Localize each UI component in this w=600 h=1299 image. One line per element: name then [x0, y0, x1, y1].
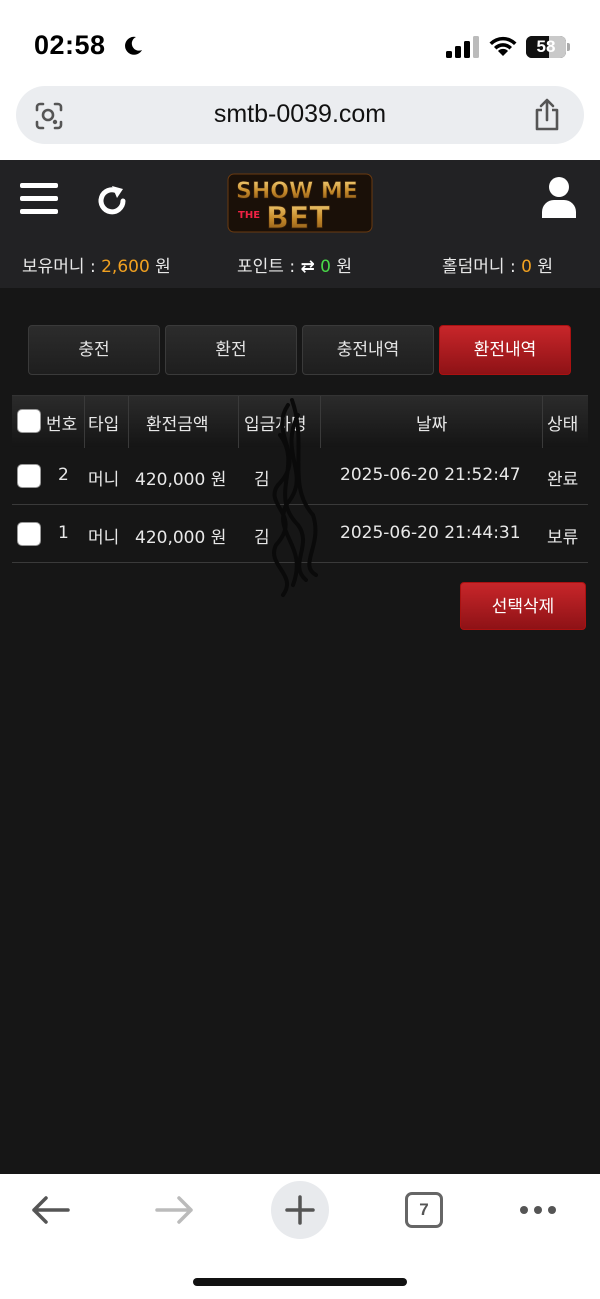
home-indicator: [193, 1278, 407, 1286]
user-account-icon[interactable]: [540, 176, 578, 218]
column-header: 타입: [88, 415, 120, 435]
table-row: 2 머니 420,000 원 김 2025-06-20 21:52:47 완료: [12, 447, 588, 505]
delete-selected-button[interactable]: 선택삭제: [460, 582, 586, 630]
tab-switcher-button[interactable]: 7: [405, 1192, 443, 1228]
address-bar[interactable]: smtb-0039.com: [16, 86, 584, 144]
row-checkbox[interactable]: [17, 522, 41, 546]
column-header: 날짜: [416, 415, 448, 435]
column-header: 환전금액: [146, 415, 209, 435]
tab-bar: 충전 환전 충전내역 환전내역: [28, 325, 572, 375]
logo-text-the: THE: [238, 210, 260, 221]
row-number: 1: [58, 523, 69, 543]
row-date: 2025-06-20 21:44:31: [340, 523, 521, 543]
table-row: 1 머니 420,000 원 김 2025-06-20 21:44:31 보류: [12, 505, 588, 563]
tab-withdraw[interactable]: 환전: [165, 325, 297, 375]
wifi-icon: [489, 36, 517, 56]
refresh-icon[interactable]: [95, 184, 129, 218]
battery-level: 58: [536, 37, 556, 56]
column-header: 상태: [547, 415, 579, 435]
row-amount: 420,000 원: [135, 470, 227, 490]
hamburger-menu-icon[interactable]: [20, 182, 58, 216]
row-status: 완료: [547, 470, 579, 490]
app-header: SHOW ME THE BET 보유머니 : 2,600 원 포인트 : ⇄ 0…: [0, 160, 600, 288]
row-type: 머니: [88, 528, 120, 548]
column-header: 번호: [46, 415, 78, 435]
balance-row: 보유머니 : 2,600 원 포인트 : ⇄ 0 원 홀덤머니 : 0 원: [0, 252, 600, 278]
share-icon[interactable]: [532, 98, 562, 132]
back-arrow-icon[interactable]: [30, 1194, 70, 1226]
select-all-checkbox[interactable]: [17, 409, 41, 433]
row-type: 머니: [88, 470, 120, 490]
held-money-balance: 보유머니 : 2,600 원: [22, 257, 171, 277]
new-tab-button[interactable]: [271, 1181, 329, 1239]
table-header: 번호 타입 환전금액 입금자명 날짜 상태: [12, 395, 588, 448]
more-options-icon[interactable]: [518, 1203, 558, 1217]
row-depositor-name: 김: [254, 528, 270, 548]
status-time: 02:58: [34, 30, 106, 60]
row-checkbox[interactable]: [17, 464, 41, 488]
url-text: smtb-0039.com: [213, 100, 387, 128]
browser-toolbar: 7: [0, 1174, 600, 1299]
row-number: 2: [58, 465, 69, 485]
row-depositor-name: 김: [254, 470, 270, 490]
moon-icon: [125, 36, 142, 55]
tab-deposit[interactable]: 충전: [28, 325, 160, 375]
holdem-money-balance: 홀덤머니 : 0 원: [442, 257, 553, 277]
show-me-the-bet-logo[interactable]: SHOW ME THE BET: [226, 170, 374, 236]
forward-arrow-icon[interactable]: [155, 1194, 195, 1226]
plus-icon: [285, 1195, 315, 1225]
row-amount: 420,000 원: [135, 528, 227, 548]
browser-address-area: smtb-0039.com: [0, 84, 600, 160]
column-header: 입금자명: [244, 415, 307, 435]
tab-withdraw-history[interactable]: 환전내역: [439, 325, 571, 375]
logo-text-bottom: BET: [266, 201, 330, 236]
signal-icon: [446, 36, 479, 58]
tab-deposit-history[interactable]: 충전내역: [302, 325, 434, 375]
battery-indicator: 58: [526, 36, 570, 58]
swap-icon[interactable]: ⇄: [300, 257, 314, 277]
status-bar: 02:58 58: [0, 0, 600, 84]
row-date: 2025-06-20 21:52:47: [340, 465, 521, 485]
row-status: 보류: [547, 528, 579, 548]
point-balance: 포인트 : ⇄ 0 원: [237, 257, 352, 277]
